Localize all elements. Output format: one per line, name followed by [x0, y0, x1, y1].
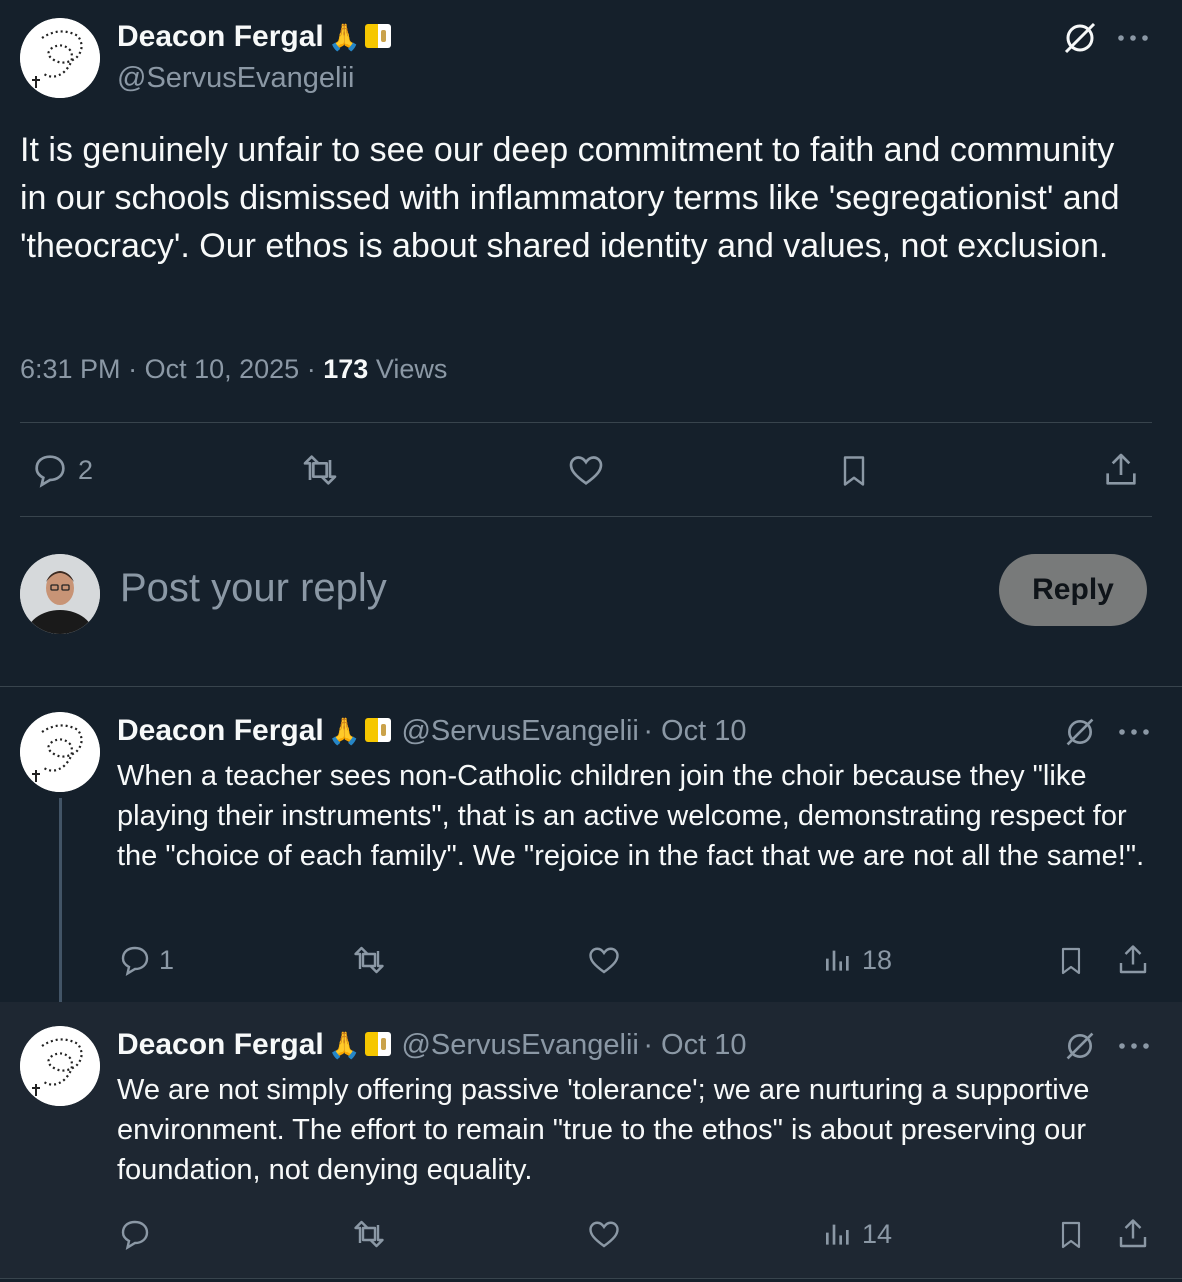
- reply-2-retweet-action[interactable]: [349, 1216, 389, 1257]
- user-avatar[interactable]: [20, 554, 100, 634]
- reply-1-views-action[interactable]: 18: [822, 942, 892, 978]
- more-icon[interactable]: [1118, 720, 1150, 749]
- retweet-action[interactable]: [298, 450, 342, 495]
- bookmark-icon: [843, 456, 865, 486]
- like-icon: [589, 1221, 619, 1248]
- tweet-date[interactable]: Oct 10, 2025: [145, 354, 300, 384]
- reply-2-bookmark-action[interactable]: [1055, 1216, 1087, 1259]
- reply-count: 2: [78, 454, 94, 485]
- reply-1-retweet-action[interactable]: [349, 942, 389, 983]
- like-icon: [569, 456, 603, 485]
- praying-hands-emoji: 🙏: [328, 22, 361, 52]
- vatican-flag-icon: [365, 718, 392, 742]
- reply-2-views-action[interactable]: 14: [822, 1216, 892, 1252]
- views-label: Views: [375, 354, 448, 384]
- reply-icon: [35, 455, 65, 488]
- bookmark-icon: [1061, 1221, 1081, 1249]
- divider: [0, 686, 1182, 687]
- tweet-time[interactable]: 6:31 PM: [20, 354, 121, 384]
- reply-2-header: Deacon Fergal 🙏 @ServusEvangelii · Oct 1…: [117, 1028, 746, 1062]
- like-icon: [589, 947, 619, 974]
- author-name[interactable]: Deacon Fergal: [117, 20, 324, 53]
- grok-icon[interactable]: [1064, 716, 1096, 753]
- divider: [0, 1278, 1182, 1279]
- reply-button[interactable]: Reply: [999, 554, 1147, 626]
- reply-1-bookmark-action[interactable]: [1055, 942, 1087, 985]
- like-action[interactable]: [565, 450, 607, 495]
- reply-input[interactable]: Post your reply: [120, 566, 387, 611]
- reply-2-reply-action[interactable]: [117, 1216, 159, 1252]
- bookmark-action[interactable]: [836, 450, 872, 497]
- reply-1-share-action[interactable]: [1115, 942, 1151, 983]
- reply-2-share-action[interactable]: [1115, 1216, 1151, 1257]
- reply-2-date[interactable]: · Oct 10: [643, 1029, 746, 1061]
- rosary-avatar-icon: [20, 1026, 100, 1106]
- author-handle[interactable]: @ServusEvangelii: [117, 62, 354, 95]
- reply-1-handle[interactable]: @ServusEvangelii: [401, 715, 638, 747]
- grok-icon[interactable]: [1062, 20, 1098, 61]
- views-icon: [826, 950, 849, 971]
- more-icon[interactable]: [1117, 26, 1149, 55]
- reply-1-reply-action[interactable]: 1: [117, 942, 174, 978]
- share-icon: [1106, 453, 1136, 485]
- reply-1-like-action[interactable]: [585, 942, 623, 983]
- retweet-icon: [303, 455, 337, 485]
- author-avatar[interactable]: [20, 18, 100, 98]
- vatican-flag-icon: [365, 24, 392, 48]
- tweet-meta: 6:31 PM · Oct 10, 2025 · 173 Views: [20, 354, 447, 385]
- reply-2-like-action[interactable]: [585, 1216, 623, 1257]
- reply-1-header: Deacon Fergal 🙏 @ServusEvangelii · Oct 1…: [117, 714, 746, 748]
- vatican-flag-icon: [365, 1032, 392, 1056]
- meta-separator-2: ·: [306, 354, 316, 384]
- reply-icon: [121, 1220, 149, 1250]
- divider: [20, 516, 1152, 517]
- views-count: 173: [323, 354, 369, 384]
- views-icon: [826, 1224, 849, 1245]
- grok-icon[interactable]: [1064, 1030, 1096, 1067]
- retweet-icon: [354, 946, 384, 974]
- divider: [20, 422, 1152, 423]
- reply-2-author-name[interactable]: Deacon Fergal: [117, 1028, 324, 1061]
- share-icon: [1119, 1219, 1147, 1248]
- rosary-avatar-icon: [20, 18, 100, 98]
- user-photo-icon: [20, 554, 100, 634]
- praying-hands-emoji: 🙏: [328, 716, 361, 746]
- more-icon[interactable]: [1118, 1034, 1150, 1063]
- rosary-avatar-icon: [20, 712, 100, 792]
- reply-2-avatar[interactable]: [20, 1026, 100, 1106]
- bookmark-icon: [1061, 947, 1081, 975]
- meta-separator: ·: [128, 354, 138, 384]
- reply-1-date[interactable]: · Oct 10: [643, 715, 746, 747]
- reply-1-text: When a teacher sees non-Catholic childre…: [117, 760, 1145, 872]
- author-line: Deacon Fergal 🙏: [117, 20, 392, 54]
- retweet-icon: [354, 1220, 384, 1248]
- reply-1-author-name[interactable]: Deacon Fergal: [117, 714, 324, 747]
- reply-action[interactable]: 2: [30, 450, 93, 490]
- tweet-text: It is genuinely unfair to see our deep c…: [20, 131, 1120, 265]
- praying-hands-emoji: 🙏: [328, 1030, 361, 1060]
- reply-icon: [121, 946, 149, 976]
- reply-1-views: 18: [862, 944, 893, 975]
- reply-1-reply-count: 1: [159, 944, 175, 975]
- share-icon: [1119, 945, 1147, 974]
- thread-line: [59, 798, 62, 1016]
- reply-1-avatar[interactable]: [20, 712, 100, 792]
- reply-2-views: 14: [862, 1218, 893, 1249]
- share-action[interactable]: [1101, 450, 1141, 495]
- reply-2-text: We are not simply offering passive 'tole…: [117, 1074, 1090, 1186]
- reply-2-handle[interactable]: @ServusEvangelii: [401, 1029, 638, 1061]
